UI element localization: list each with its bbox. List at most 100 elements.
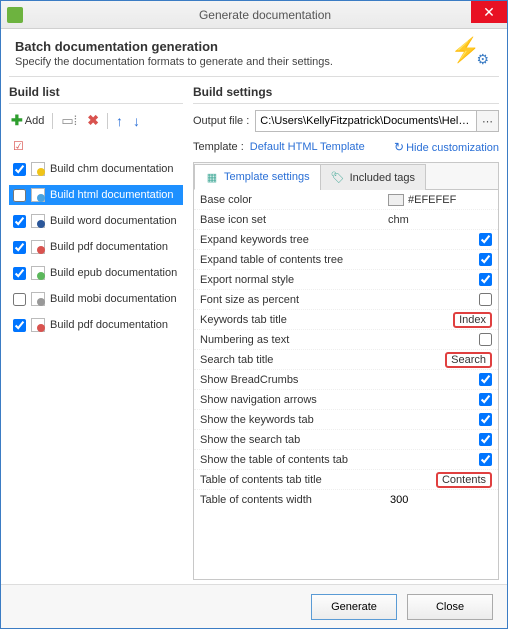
build-item-pdf[interactable]: Build pdf documentation [9,315,183,335]
tab-template-settings[interactable]: ▦ Template settings [194,164,321,190]
rename-button[interactable]: ▭⁞ [59,111,79,131]
prop-row[interactable]: Keywords tab title Index [194,310,498,330]
output-file-input[interactable] [256,111,476,131]
prop-row[interactable]: Show the keywords tab [194,410,498,430]
refresh-icon: ↻ [394,140,404,154]
prop-value-cell [388,273,492,286]
build-list-panel: Build list ✚ Add ▭⁞ ✖ ↑ ↓ ☑ Build chm do… [9,85,183,580]
prop-checkbox[interactable] [479,393,492,406]
prop-checkbox[interactable] [479,293,492,306]
color-swatch[interactable] [388,194,404,206]
prop-row[interactable]: Show navigation arrows [194,390,498,410]
prop-value-highlight[interactable]: Index [453,312,492,328]
hide-customization-link[interactable]: ↻Hide customization [394,140,499,154]
prop-checkbox[interactable] [479,333,492,346]
add-button[interactable]: ✚ Add [9,110,46,131]
build-item-checkbox[interactable] [13,241,26,254]
tab-label: Included tags [350,172,415,184]
tags-tab-icon: 🏷 [331,171,345,185]
prop-checkbox[interactable] [479,433,492,446]
build-item-html[interactable]: Build html documentation [9,185,183,205]
prop-value-cell [388,413,492,426]
prop-name: Show navigation arrows [200,394,388,406]
prop-name: Show the search tab [200,434,388,446]
prop-name: Expand table of contents tree [200,254,388,266]
prop-row[interactable]: Show BreadCrumbs [194,370,498,390]
html-doc-icon [31,188,45,202]
prop-name: Show BreadCrumbs [200,374,388,386]
prop-row[interactable]: Base color#EFEFEF [194,190,498,210]
prop-checkbox[interactable] [479,413,492,426]
prop-checkbox[interactable] [479,453,492,466]
prop-name: Show the keywords tab [200,414,388,426]
build-item-checkbox[interactable] [13,215,26,228]
generate-button[interactable]: Generate [311,594,397,620]
prop-row[interactable]: Expand table of contents tree [194,250,498,270]
build-item-label: Build html documentation [50,189,174,201]
prop-row[interactable]: Expand keywords tree [194,230,498,250]
divider [9,103,183,104]
prop-name: Show the table of contents tab [200,454,388,466]
tab-label: Template settings [224,171,310,183]
prop-name: Search tab title [200,354,388,366]
prop-row[interactable]: Numbering as text [194,330,498,350]
rename-icon: ▭⁞ [61,113,77,129]
footer: Generate Close [1,584,507,628]
prop-value-cell: Contents [388,472,492,488]
prop-value-input[interactable] [388,493,448,507]
prop-row[interactable]: Search tab title Search [194,350,498,370]
prop-name: Table of contents width [200,494,388,506]
select-all-icon[interactable]: ☑ [13,139,24,153]
prop-value: chm [388,214,409,226]
build-item-word[interactable]: Build word documentation [9,211,183,231]
property-grid: Base color#EFEFEFBase icon setchmExpand … [194,189,498,579]
prop-row[interactable]: Table of contents tab titleContents [194,470,498,490]
prop-row[interactable]: Show the search tab [194,430,498,450]
prop-row[interactable]: Show the table of contents tab [194,450,498,470]
prop-name: Base color [200,194,388,206]
build-item-mobi[interactable]: Build mobi documentation [9,289,183,309]
prop-row[interactable]: Table of contents width [194,490,498,510]
titlebar: Generate documentation ✕ [1,1,507,29]
prop-value-cell [388,453,492,466]
prop-row[interactable]: Export normal style [194,270,498,290]
prop-checkbox[interactable] [479,273,492,286]
build-item-checkbox[interactable] [13,293,26,306]
build-item-epub[interactable]: Build epub documentation [9,263,183,283]
window-title: Generate documentation [23,8,507,22]
prop-value-highlight[interactable]: Search [445,352,492,368]
prop-row[interactable]: Base icon setchm [194,210,498,230]
tab-included-tags[interactable]: 🏷 Included tags [320,164,426,190]
move-up-button[interactable]: ↑ [114,111,125,131]
arrow-up-icon: ↑ [116,113,123,129]
build-item-pdf[interactable]: Build pdf documentation [9,237,183,257]
prop-value-cell [388,233,492,246]
prop-checkbox[interactable] [479,373,492,386]
build-item-checkbox[interactable] [13,319,26,332]
close-button[interactable]: Close [407,594,493,620]
header: Batch documentation generation Specify t… [1,29,507,76]
prop-row[interactable]: Font size as percent [194,290,498,310]
select-all-row: ☑ [9,137,183,155]
add-label: Add [25,115,45,127]
prop-name: Keywords tab title [200,314,388,326]
build-item-label: Build word documentation [50,215,177,227]
build-item-checkbox[interactable] [13,163,26,176]
prop-value-highlight[interactable]: Contents [436,472,492,488]
build-item-checkbox[interactable] [13,267,26,280]
prop-checkbox[interactable] [479,233,492,246]
build-item-checkbox[interactable] [13,189,26,202]
build-item-chm[interactable]: Build chm documentation [9,159,183,179]
close-icon[interactable]: ✕ [471,1,507,23]
header-text: Batch documentation generation Specify t… [15,39,333,68]
prop-value-cell: Index [388,312,492,328]
delete-button[interactable]: ✖ [85,110,101,131]
template-row: Template : Default HTML Template ↻Hide c… [193,140,499,154]
word-doc-icon [31,214,45,228]
prop-name: Numbering as text [200,334,388,346]
template-link[interactable]: Default HTML Template [250,141,365,153]
move-down-button[interactable]: ↓ [131,111,142,131]
prop-checkbox[interactable] [479,253,492,266]
output-file-browse-button[interactable]: ⋯ [476,111,498,131]
prop-value-cell [388,493,492,507]
